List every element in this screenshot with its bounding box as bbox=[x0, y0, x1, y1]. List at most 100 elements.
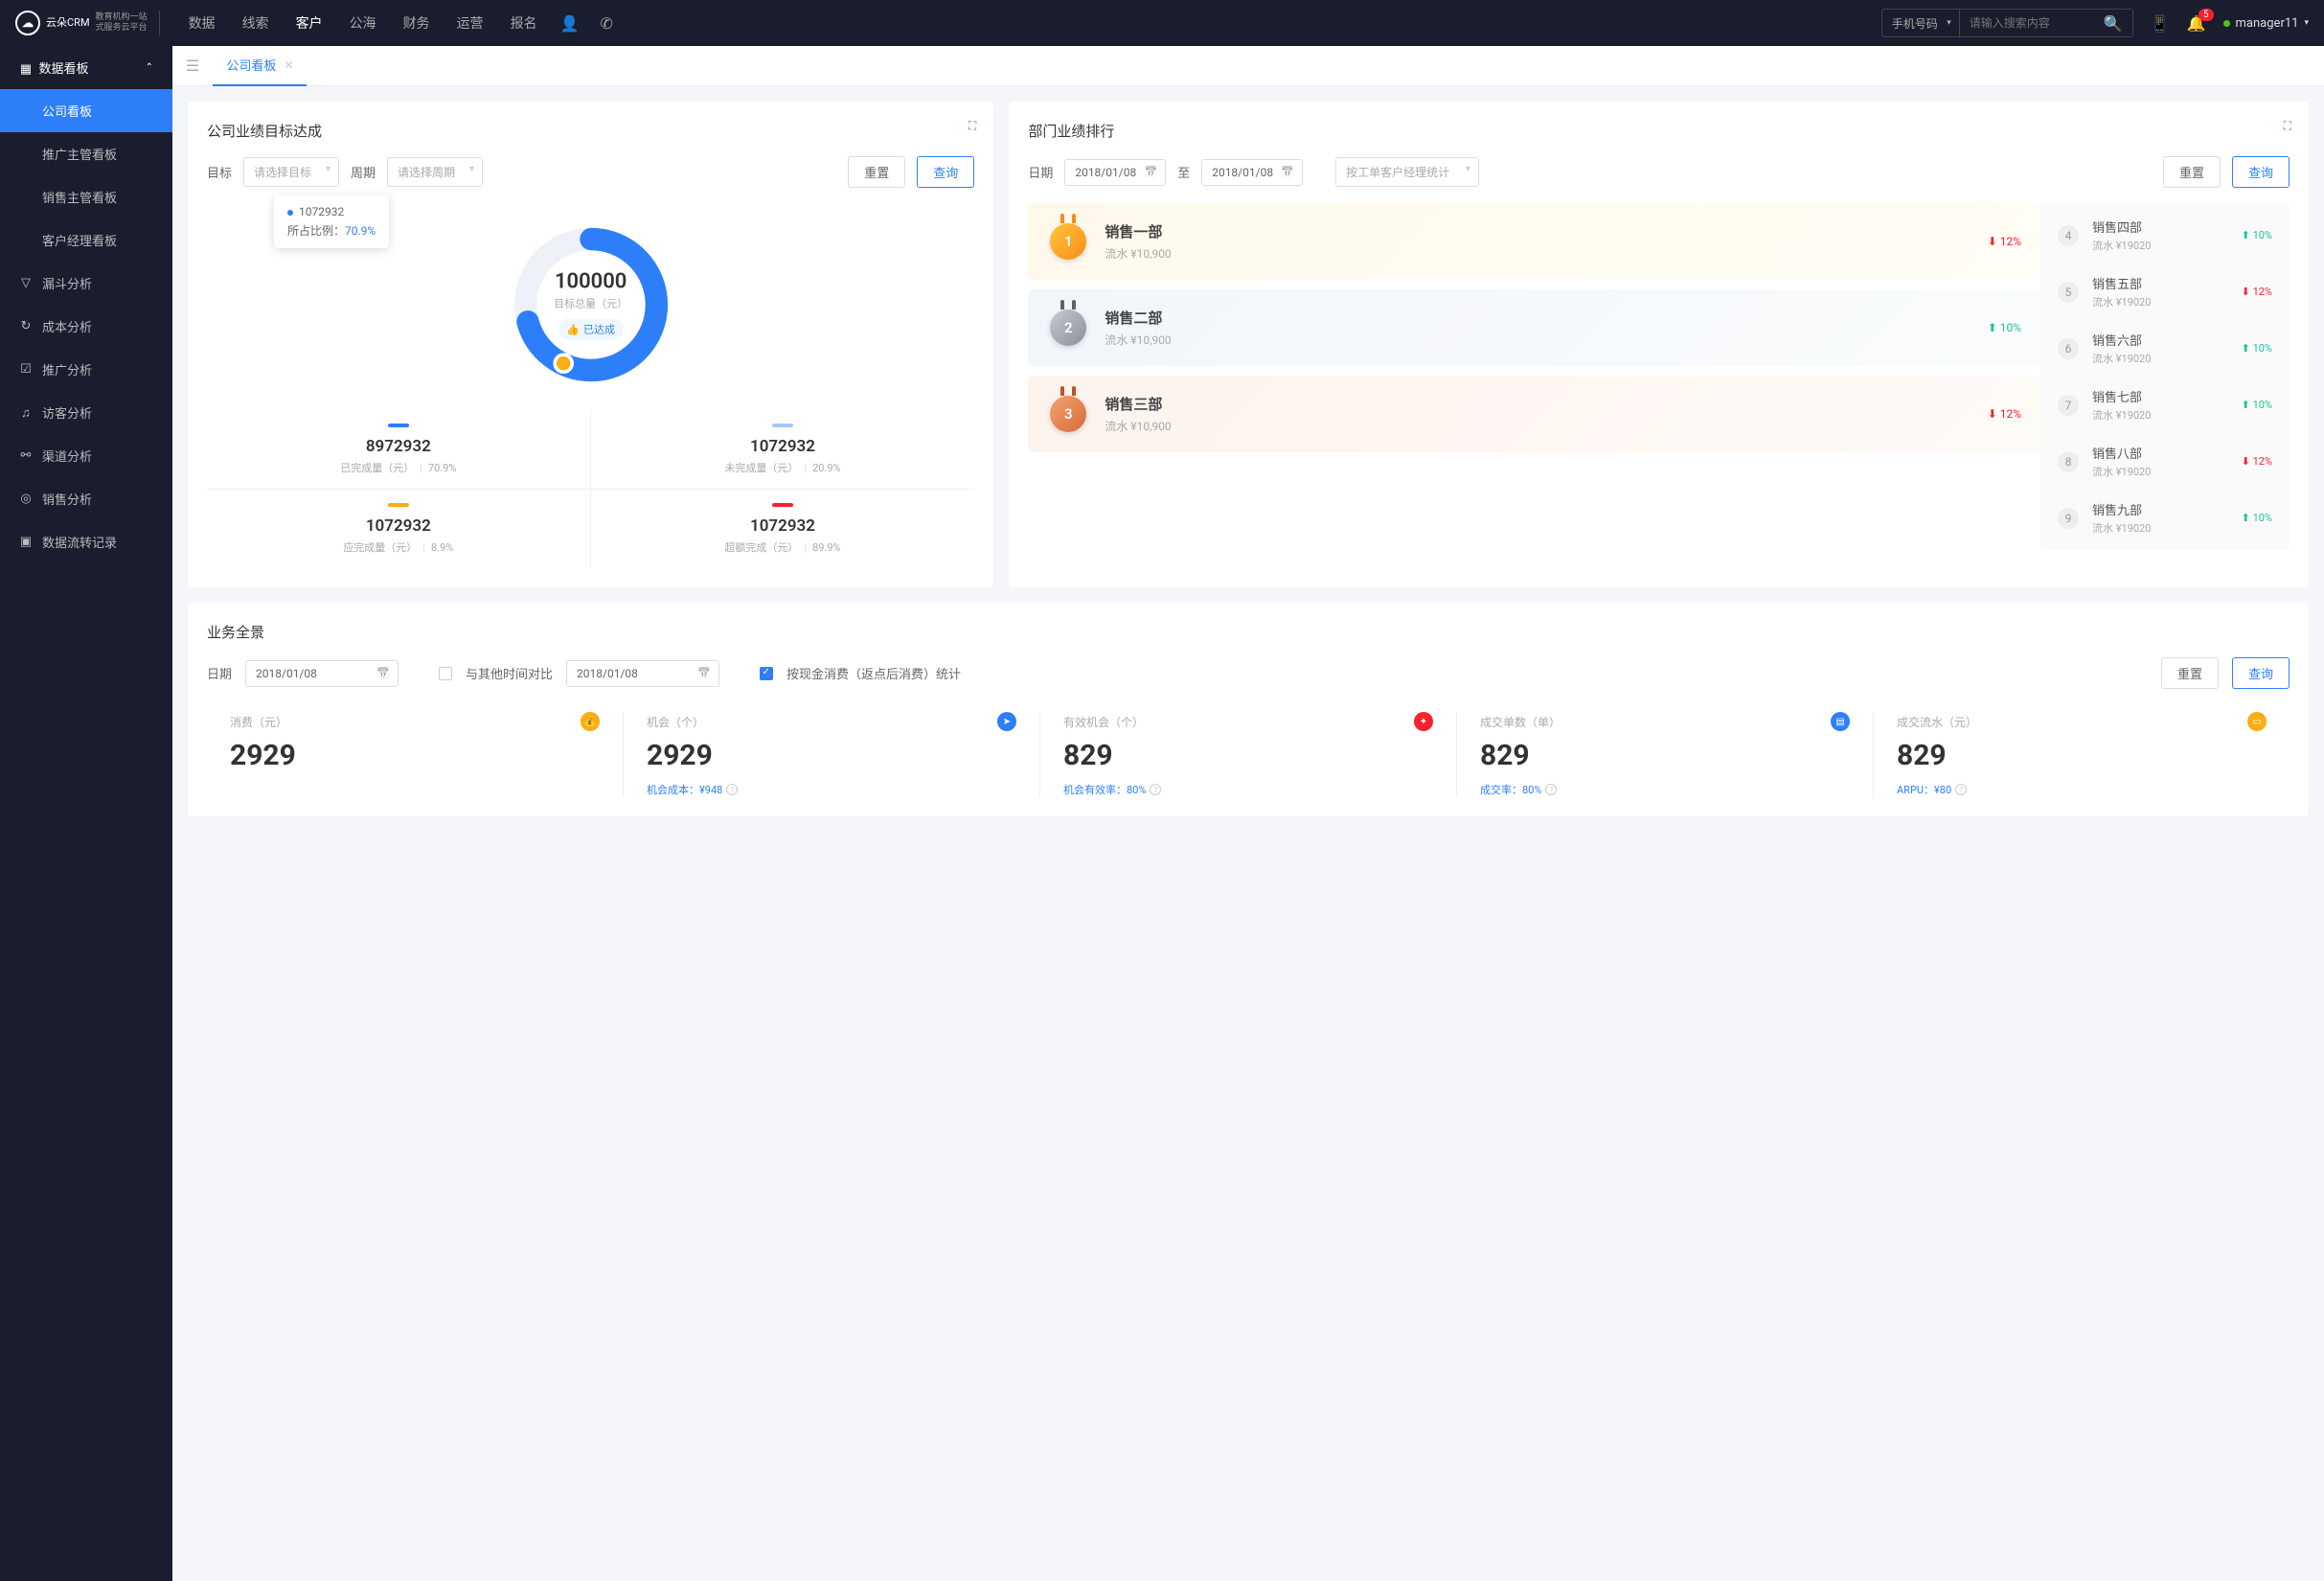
sidebar-item-2[interactable]: ☑推广分析 bbox=[0, 348, 172, 391]
close-icon[interactable]: ✕ bbox=[284, 58, 293, 72]
date-input-2[interactable]: 2018/01/08 bbox=[566, 660, 719, 687]
rank-row-8[interactable]: 8销售八部流水 ¥19020⬇ 12% bbox=[2040, 433, 2290, 490]
stat-icon: ▤ bbox=[1831, 712, 1850, 731]
user-menu[interactable]: manager11 ▾ bbox=[2223, 16, 2309, 31]
goal-stat-1: 1072932未完成量（元）|20.9% bbox=[591, 410, 975, 490]
rank-top-2[interactable]: 2销售二部流水 ¥10,900⬆ 10% bbox=[1028, 289, 2040, 366]
search-icon[interactable]: 🔍 bbox=[2094, 14, 2132, 33]
date-input-1[interactable]: 2018/01/08 bbox=[245, 660, 399, 687]
donut-total: 100000 bbox=[554, 270, 627, 294]
biz-stat-4: 成交流水（元）▭829ARPU：¥80 ? bbox=[1874, 712, 2290, 797]
nav-item-3[interactable]: 公海 bbox=[350, 13, 376, 33]
tab-company-dashboard[interactable]: 公司看板 ✕ bbox=[213, 46, 307, 86]
notification-icon[interactable]: 🔔5 bbox=[2187, 14, 2206, 33]
reset-button[interactable]: 重置 bbox=[848, 156, 905, 188]
achieved-badge: 👍 已达成 bbox=[558, 319, 623, 340]
rank-row-6[interactable]: 6销售六部流水 ¥19020⬆ 10% bbox=[2040, 320, 2290, 377]
biz-stat-1: 机会（个）➤2929机会成本：¥948 ? bbox=[624, 712, 1040, 797]
sidebar-item-1[interactable]: ↻成本分析 bbox=[0, 305, 172, 348]
expand-icon[interactable]: ⛶ bbox=[2284, 119, 2291, 133]
search-box: 手机号码 🔍 bbox=[1881, 9, 2133, 37]
sidebar-group-dashboard[interactable]: ▦ 数据看板 ⌃ bbox=[0, 46, 172, 89]
help-icon[interactable]: ? bbox=[726, 784, 738, 795]
rank-row-5[interactable]: 5销售五部流水 ¥19020⬇ 12% bbox=[2040, 264, 2290, 320]
sidebar-icon: ▣ bbox=[19, 535, 33, 549]
sidebar-item-4[interactable]: ⚯渠道分析 bbox=[0, 434, 172, 477]
sidebar-sub-2[interactable]: 销售主管看板 bbox=[0, 175, 172, 218]
search-type-select[interactable]: 手机号码 bbox=[1882, 10, 1960, 36]
search-input[interactable] bbox=[1960, 16, 2094, 30]
help-icon[interactable]: ? bbox=[1150, 784, 1161, 795]
compare-checkbox[interactable] bbox=[439, 667, 452, 680]
donut-label: 目标总量（元） bbox=[554, 296, 627, 311]
sidebar-icon: ↻ bbox=[19, 319, 33, 333]
date-to-input[interactable]: 2018/01/08 bbox=[1201, 159, 1303, 186]
sidebar-sub-3[interactable]: 客户经理看板 bbox=[0, 218, 172, 262]
rank-row-4[interactable]: 4销售四部流水 ¥19020⬆ 10% bbox=[2040, 207, 2290, 264]
query-button[interactable]: 查询 bbox=[2232, 657, 2290, 689]
stat-icon: ✦ bbox=[1414, 712, 1433, 731]
cash-checkbox[interactable] bbox=[760, 667, 773, 680]
stat-icon: ➤ bbox=[997, 712, 1016, 731]
date-from-input[interactable]: 2018/01/08 bbox=[1064, 159, 1166, 186]
collapse-sidebar-icon[interactable]: ☰ bbox=[182, 53, 203, 79]
rank-top-3[interactable]: 3销售三部流水 ¥10,900⬇ 12% bbox=[1028, 376, 2040, 452]
target-select[interactable]: 请选择目标 bbox=[243, 157, 339, 187]
help-icon[interactable]: ? bbox=[1955, 784, 1967, 795]
stat-type-select[interactable]: 按工单客户经理统计 bbox=[1335, 157, 1479, 187]
sidebar-sub-1[interactable]: 推广主管看板 bbox=[0, 132, 172, 175]
medal-icon: 1 bbox=[1047, 220, 1089, 263]
sidebar-item-5[interactable]: ◎销售分析 bbox=[0, 477, 172, 520]
dept-ranking-card: ⛶ 部门业绩排行 日期 2018/01/08 至 2018/01/08 按工单客… bbox=[1009, 102, 2309, 587]
sidebar-icon: ⚯ bbox=[19, 448, 33, 463]
nav-item-6[interactable]: 报名 bbox=[511, 13, 537, 33]
period-select[interactable]: 请选择周期 bbox=[387, 157, 483, 187]
query-button[interactable]: 查询 bbox=[2232, 156, 2290, 188]
mobile-icon[interactable]: 📱 bbox=[2151, 14, 2170, 33]
reset-button[interactable]: 重置 bbox=[2163, 156, 2221, 188]
nav-item-5[interactable]: 运营 bbox=[457, 13, 484, 33]
logo-icon: ☁ bbox=[15, 11, 40, 35]
date-label: 日期 bbox=[207, 664, 232, 682]
date-sep: 至 bbox=[1177, 163, 1190, 181]
logo-text: 云朵CRM bbox=[46, 17, 90, 29]
tab-bar: ☰ 公司看板 ✕ bbox=[172, 46, 2324, 86]
donut-chart: 100000 目标总量（元） 👍 已达成 bbox=[505, 218, 677, 391]
sidebar-item-0[interactable]: ▽漏斗分析 bbox=[0, 262, 172, 305]
sidebar-item-3[interactable]: ♫访客分析 bbox=[0, 391, 172, 434]
rank-row-7[interactable]: 7销售七部流水 ¥19020⬆ 10% bbox=[2040, 377, 2290, 433]
nav-item-4[interactable]: 财务 bbox=[403, 13, 430, 33]
notif-badge: 5 bbox=[2199, 9, 2214, 21]
rank-row-9[interactable]: 9销售九部流水 ¥19020⬆ 10% bbox=[2040, 490, 2290, 546]
rank-top-1[interactable]: 1销售一部流水 ¥10,900⬇ 12% bbox=[1028, 203, 2040, 280]
nav-item-1[interactable]: 线索 bbox=[242, 13, 269, 33]
top-navigation: ☁ 云朵CRM 教育机构一站 式服务云平台 数据 线索 客户 公海 财务 运营 报名 👤 ✆… bbox=[0, 0, 2324, 46]
cash-label: 按现金消费（返点后消费）统计 bbox=[786, 664, 961, 682]
reset-button[interactable]: 重置 bbox=[2161, 657, 2219, 689]
nav-item-0[interactable]: 数据 bbox=[189, 13, 216, 33]
goal-stat-0: 8972932已完成量（元）|70.9% bbox=[207, 410, 591, 490]
biz-stat-2: 有效机会（个）✦829机会有效率：80% ? bbox=[1040, 712, 1457, 797]
user-icon[interactable]: 👤 bbox=[560, 14, 580, 33]
help-icon[interactable]: ? bbox=[1545, 784, 1557, 795]
date-label: 日期 bbox=[1028, 163, 1053, 181]
phone-icon[interactable]: ✆ bbox=[600, 14, 612, 33]
expand-icon[interactable]: ⛶ bbox=[968, 119, 976, 133]
logo-sub2: 式服务云平台 bbox=[96, 23, 148, 34]
goal-achievement-card: ⛶ 公司业绩目标达成 目标 请选择目标 周期 请选择周期 重置 查询 bbox=[188, 102, 993, 587]
chevron-up-icon: ⌃ bbox=[146, 62, 153, 73]
chart-tooltip: 1072932 所占比例：70.9% bbox=[274, 195, 389, 248]
nav-item-2[interactable]: 客户 bbox=[296, 13, 323, 33]
goal-stat-2: 1072932应完成量（元）|8.9% bbox=[207, 490, 591, 568]
stat-icon: ▭ bbox=[2247, 712, 2267, 731]
card-title: 部门业绩排行 bbox=[1028, 121, 2290, 141]
logo[interactable]: ☁ 云朵CRM 教育机构一站 式服务云平台 bbox=[15, 11, 160, 35]
sidebar-icon: ◎ bbox=[19, 492, 33, 506]
sidebar-item-6[interactable]: ▣数据流转记录 bbox=[0, 520, 172, 563]
chevron-down-icon: ▾ bbox=[2304, 18, 2309, 28]
query-button[interactable]: 查询 bbox=[917, 156, 974, 188]
card-title: 业务全景 bbox=[207, 622, 2290, 642]
sidebar-sub-0[interactable]: 公司看板 bbox=[0, 89, 172, 132]
target-label: 目标 bbox=[207, 163, 232, 181]
sidebar: ▦ 数据看板 ⌃ 公司看板推广主管看板销售主管看板客户经理看板 ▽漏斗分析↻成本… bbox=[0, 46, 172, 1581]
